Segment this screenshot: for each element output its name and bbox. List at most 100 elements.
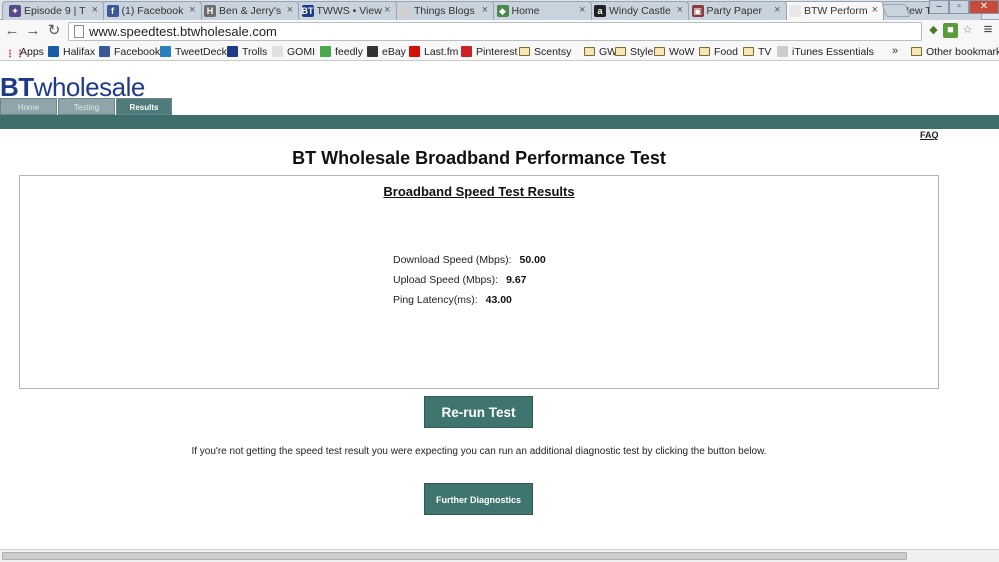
faq-link[interactable]: FAQ [920,130,939,140]
browser-tab[interactable]: Things Blogs × [392,1,494,20]
bookmark-favicon-icon [272,46,283,57]
rerun-test-button[interactable]: Re-run Test [424,396,533,428]
browser-tab[interactable]: H Ben & Jerry's × [197,1,299,20]
bookmark-favicon-icon [409,46,420,57]
bookmark-label: Pinterest [476,46,518,58]
bookmark-label: TV [758,46,772,58]
back-arrow-icon[interactable]: ← [4,23,20,39]
download-speed-label: Download Speed (Mbps): [393,254,512,266]
browser-tab[interactable]: a Windy Castle × [587,1,689,20]
scrollbar-thumb[interactable] [2,552,907,560]
folder-icon [654,47,665,56]
tab-title: Party Paper [706,5,762,17]
address-bar[interactable]: www.speedtest.btwholesale.com [68,22,922,41]
other-bookmarks-folder[interactable]: Other bookmarks [911,45,999,59]
bt-wholesale-logo[interactable]: BTwholesale [0,74,145,100]
leaf-extension-icon[interactable]: ◆ [926,23,941,38]
browser-tab[interactable]: BT TWWS • View × [294,1,397,20]
diagnostics-info-text: If you're not getting the speed test res… [191,446,767,457]
tab-close-icon[interactable]: × [872,4,878,16]
horizontal-scrollbar[interactable] [0,549,999,562]
bookmark-item[interactable]: eBay [367,45,406,59]
tab-favicon-icon: a [594,5,606,17]
bookmark-folder[interactable]: WoW [654,45,694,59]
bookmarks-overflow[interactable]: » [892,45,898,57]
folder-icon [519,47,530,56]
browser-tab[interactable]: ✦ Episode 9 | T × [2,1,104,20]
tab-close-icon[interactable]: × [579,4,585,16]
further-diagnostics-button[interactable]: Further Diagnostics [424,483,533,515]
tab-close-icon[interactable]: × [482,4,488,16]
bookmarks-bar: » Other bookmarks ⋮⋮Apps Halifax Facebook T… [0,43,999,61]
browser-menu-icon[interactable]: ≡ [981,22,995,38]
bookmark-item[interactable]: iTunes Essentials [777,45,874,59]
tab-favicon-icon: BT [301,5,314,17]
tab-title: Episode 9 | T [24,5,86,17]
nav-tab-home[interactable]: Home [0,98,57,115]
bookmark-favicon-icon [227,46,238,57]
bookmark-favicon-icon [48,46,59,57]
nav-tab-results[interactable]: Results [116,98,172,115]
tab-close-icon[interactable]: × [189,4,195,16]
green-extension-icon[interactable]: ■ [943,23,958,38]
tab-favicon-icon: f [106,5,119,17]
bookmark-folder[interactable]: Style [615,45,653,59]
bookmark-item[interactable]: TweetDeck [160,45,227,59]
tab-favicon-icon [399,5,411,17]
bookmark-folder[interactable]: GW [584,45,617,59]
star-bookmark-icon[interactable]: ☆ [960,23,975,38]
reload-icon[interactable]: ↻ [46,23,62,39]
tab-title: BTW Perform [804,5,868,17]
tab-close-icon[interactable]: × [677,4,683,16]
url-text: www.speedtest.btwholesale.com [89,24,277,39]
browser-tab[interactable]: BTW Perform × [782,1,884,21]
bookmark-label: Facebook [114,46,161,58]
maximize-button[interactable]: ▫ [949,0,969,14]
upload-speed-label: Upload Speed (Mbps): [393,274,499,286]
folder-icon [584,47,595,56]
new-tab-button[interactable] [881,4,911,17]
bookmark-item[interactable]: Pinterest [461,45,517,59]
ping-latency-row: Ping Latency(ms): 43.00 [393,294,512,306]
bookmark-favicon-icon [99,46,110,57]
tab-title: TWWS • View [316,5,382,17]
bookmark-label: Food [714,46,738,58]
download-speed-row: Download Speed (Mbps): 50.00 [393,254,546,266]
tab-strip: New Tab×BTW Perform×▣Party Paper×aWindy … [0,0,999,21]
browser-tab[interactable]: f (1) Facebook × [99,1,202,20]
browser-tab[interactable]: ◆ Home × [489,1,592,20]
bookmark-label: Style [630,46,654,58]
bookmark-label: WoW [669,46,695,58]
bookmark-item[interactable]: Trolls [227,45,267,59]
bookmark-folder[interactable]: Food [699,45,738,59]
bookmark-favicon-icon [367,46,378,57]
bookmark-folder[interactable]: TV [743,45,771,59]
bookmark-favicon-icon [160,46,171,57]
bookmark-item[interactable]: feedly [320,45,363,59]
folder-icon [743,47,754,56]
bookmark-folder[interactable]: Scentsy [519,45,571,59]
tab-favicon-icon: ▣ [691,5,704,17]
tab-close-icon[interactable]: × [774,4,780,16]
bookmark-item[interactable]: Last.fm [409,45,458,59]
minimize-button[interactable]: – [929,0,949,14]
bookmark-item[interactable]: Halifax [48,45,95,59]
folder-icon [699,47,710,56]
bookmark-label: iTunes Essentials [792,46,874,58]
bookmark-item[interactable]: GOMI [272,45,315,59]
close-window-button[interactable]: ✕ [969,0,999,14]
forward-arrow-icon[interactable]: → [25,23,41,39]
results-heading: Broadband Speed Test Results [383,184,575,199]
bookmark-item[interactable]: ⋮⋮Apps [5,45,44,60]
upload-speed-value: 9.67 [506,274,527,286]
bookmark-favicon-icon [461,46,472,57]
results-panel: Broadband Speed Test Results Download Sp… [19,175,939,389]
bookmark-label: Halifax [63,46,96,58]
bookmark-item[interactable]: Facebook [99,45,160,59]
tab-close-icon[interactable]: × [92,4,98,16]
browser-tab[interactable]: ▣ Party Paper × [684,1,787,20]
tab-close-icon[interactable]: × [287,4,293,16]
tab-close-icon[interactable]: × [384,4,390,16]
nav-tab-testing[interactable]: Testing [58,98,115,115]
tab-title: Home [511,5,540,17]
